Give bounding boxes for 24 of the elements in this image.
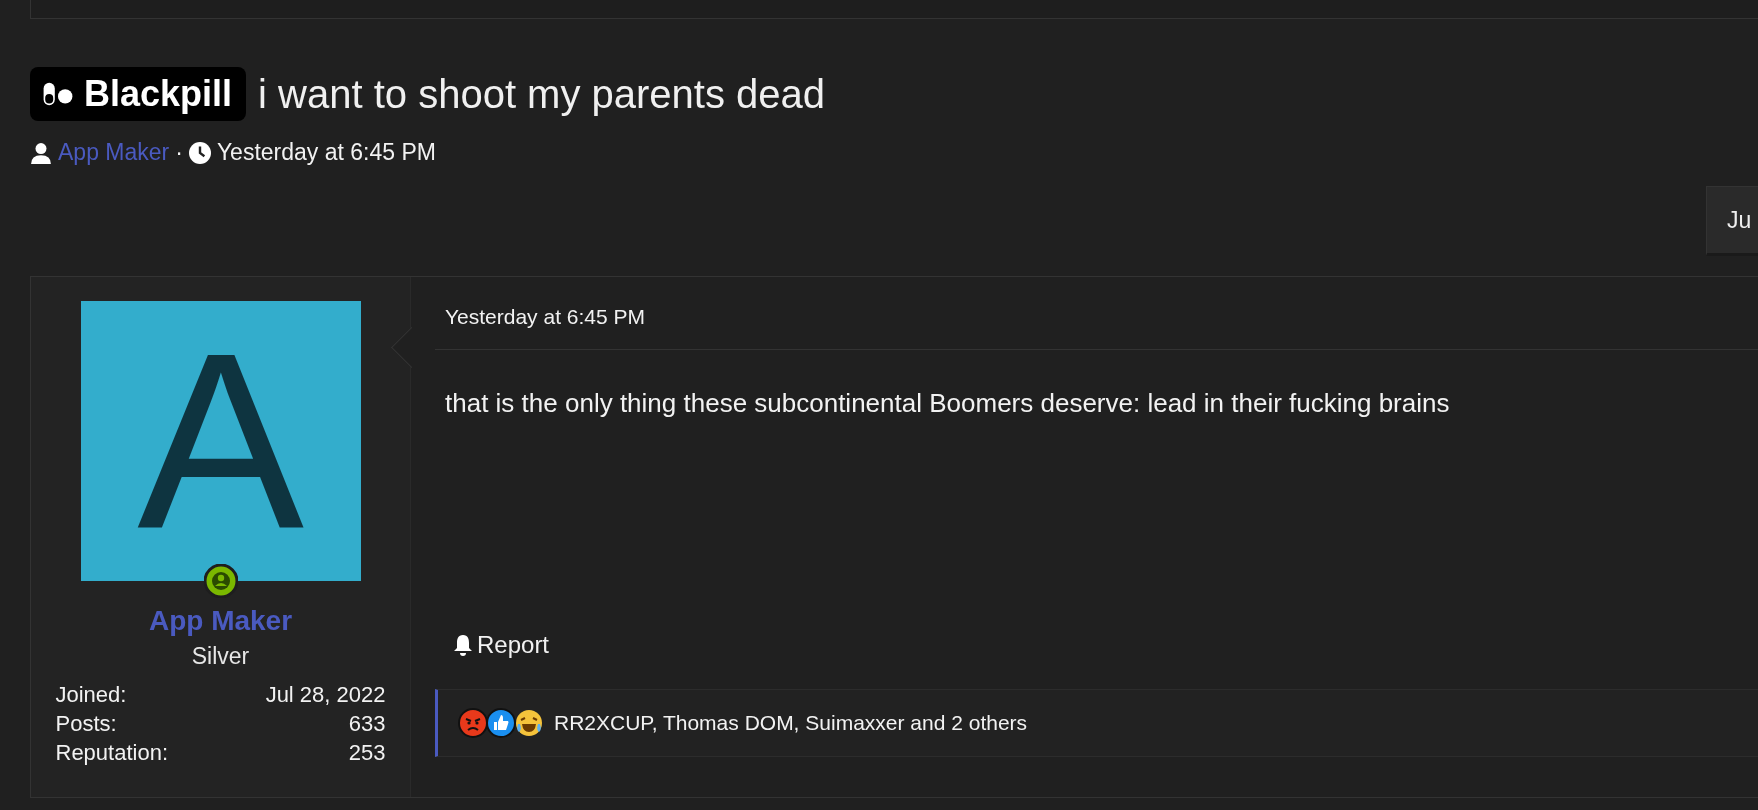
stat-label: Joined: bbox=[55, 682, 128, 708]
post-time[interactable]: Yesterday at 6:45 PM bbox=[435, 277, 1758, 350]
stat-label: Posts: bbox=[55, 711, 118, 737]
page-jump-button[interactable]: Ju bbox=[1706, 186, 1758, 256]
pills-icon bbox=[42, 81, 74, 107]
angry-reaction-icon bbox=[458, 708, 488, 738]
report-link[interactable]: Report bbox=[435, 631, 1758, 659]
separator: · bbox=[175, 139, 183, 166]
bell-icon bbox=[453, 634, 473, 656]
stat-value: 253 bbox=[347, 740, 386, 766]
post-body: that is the only thing these subcontinental Boomers deserve: lead in their fucking brains bbox=[444, 387, 1451, 420]
stat-value: Jul 28, 2022 bbox=[265, 682, 386, 708]
clock-icon bbox=[188, 141, 211, 164]
user-icon bbox=[30, 141, 52, 164]
avatar[interactable]: A bbox=[80, 301, 361, 581]
reactions-summary-link[interactable]: RR2XCUP, Thomas DOM, Suimaxxer and 2 others bbox=[554, 711, 1028, 735]
stat-value: 633 bbox=[347, 711, 386, 737]
thread-title: i want to shoot my parents dead bbox=[258, 71, 826, 117]
like-reaction-icon bbox=[486, 708, 516, 738]
laugh-reaction-icon bbox=[514, 708, 544, 738]
thread-time: Yesterday at 6:45 PM bbox=[216, 139, 436, 166]
stat-label: Reputation: bbox=[55, 740, 170, 766]
prefix-label[interactable]: Blackpill bbox=[30, 67, 247, 121]
user-rank: Silver bbox=[191, 643, 250, 670]
